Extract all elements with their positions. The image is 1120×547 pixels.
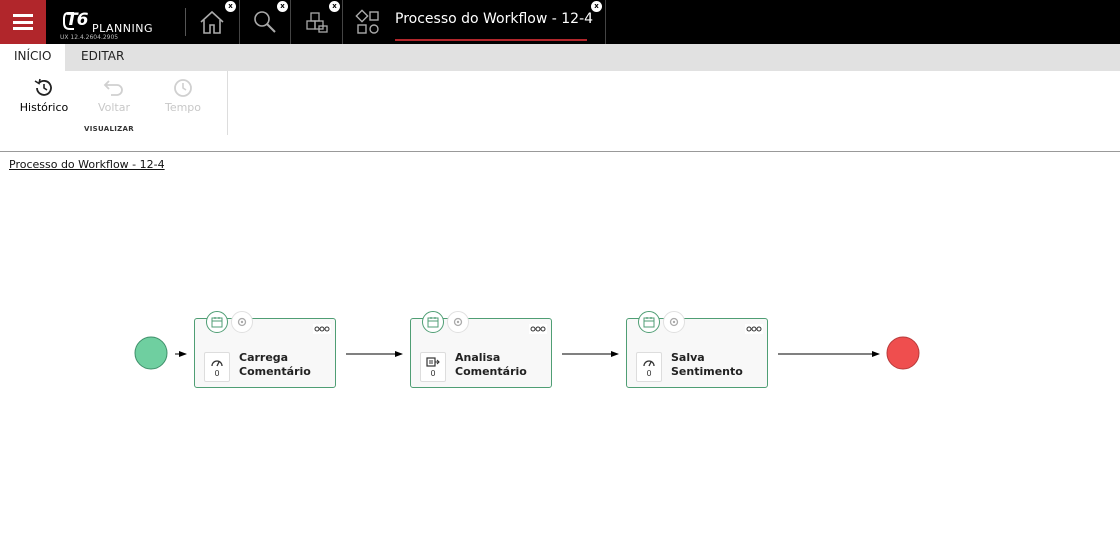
more-options-button[interactable]	[745, 324, 763, 334]
end-event[interactable]	[886, 336, 920, 370]
more-icon	[530, 326, 546, 332]
workflow-canvas	[134, 336, 920, 370]
gear-icon	[237, 317, 247, 327]
calendar-icon	[211, 317, 223, 328]
node-subtask: 0	[420, 352, 446, 382]
more-options-button[interactable]	[529, 324, 547, 334]
settings-badge[interactable]	[231, 311, 253, 333]
gear-icon	[453, 317, 463, 327]
node-count: 0	[214, 369, 220, 378]
settings-badge[interactable]	[447, 311, 469, 333]
more-icon	[314, 326, 330, 332]
schedule-badge[interactable]	[638, 311, 660, 333]
start-event[interactable]	[134, 336, 168, 370]
node-subtask: 0	[204, 352, 230, 382]
gear-icon	[669, 317, 679, 327]
node-label: Salva Sentimento	[671, 351, 743, 378]
calendar-icon	[427, 317, 439, 328]
settings-badge[interactable]	[663, 311, 685, 333]
node-label: Carrega Comentário	[239, 351, 311, 378]
gauge-icon	[211, 360, 223, 367]
gauge-icon	[643, 360, 655, 367]
calendar-icon	[643, 317, 655, 328]
node-subtask: 0	[636, 352, 662, 382]
more-icon	[746, 326, 762, 332]
schedule-badge[interactable]	[422, 311, 444, 333]
schedule-badge[interactable]	[206, 311, 228, 333]
node-label: Analisa Comentário	[455, 351, 527, 378]
node-count: 0	[646, 369, 652, 378]
more-options-button[interactable]	[313, 324, 331, 334]
transform-icon	[426, 357, 440, 367]
node-count: 0	[430, 369, 436, 378]
